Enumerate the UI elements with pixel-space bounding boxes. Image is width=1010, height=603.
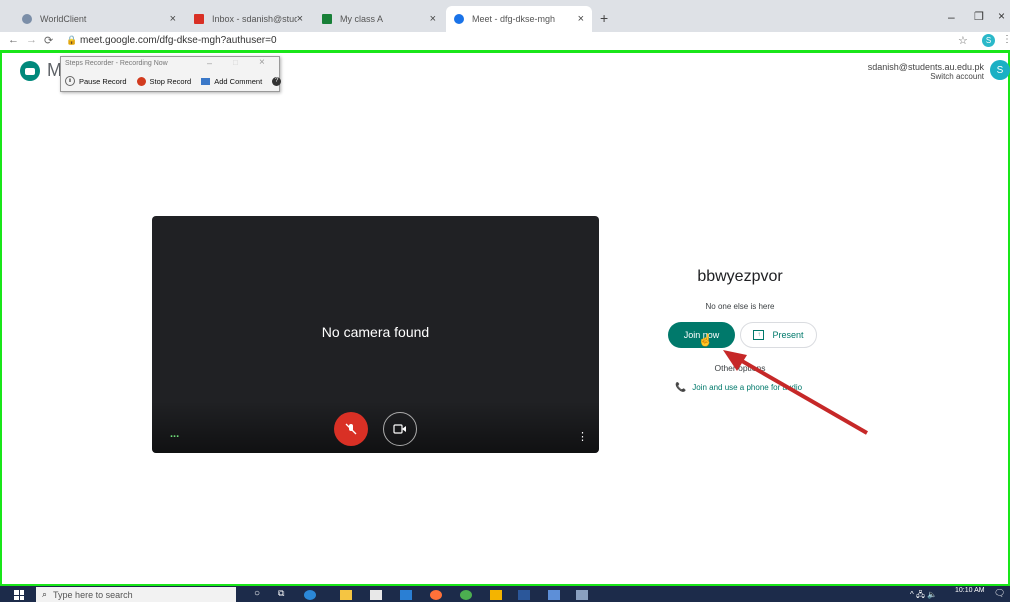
account-info[interactable]: sdanish@students.au.edu.pk Switch accoun… xyxy=(820,62,984,81)
mic-off-icon xyxy=(345,423,357,435)
back-icon[interactable]: ← xyxy=(8,34,19,46)
tab-my-class[interactable]: My class A × xyxy=(314,6,444,32)
menu-dots-icon[interactable]: ⋮ xyxy=(1002,34,1010,45)
help-icon[interactable]: ? xyxy=(272,76,282,86)
close-icon[interactable]: × xyxy=(578,13,584,25)
avatar[interactable]: S xyxy=(990,60,1010,80)
close-icon[interactable]: × xyxy=(297,13,303,25)
account-email: sdanish@students.au.edu.pk xyxy=(867,62,984,72)
search-placeholder: Type here to search xyxy=(53,589,133,600)
kebab-menu-icon[interactable]: ⋮ xyxy=(577,430,588,443)
minimize-button[interactable]: – xyxy=(948,10,955,24)
notification-icon[interactable]: 🗨 xyxy=(994,588,1005,599)
tray-icons[interactable]: ^ 🖧 🔈 xyxy=(910,589,937,603)
stop-record-button[interactable]: Stop Record xyxy=(150,77,192,86)
annotation-arrow xyxy=(723,350,868,435)
phone-icon: 📞 xyxy=(675,382,687,392)
lock-icon: 🔒 xyxy=(66,35,78,45)
edge-icon[interactable] xyxy=(304,590,316,600)
search-icon: ⌕ xyxy=(42,589,48,599)
close-window-button[interactable]: × xyxy=(998,9,1005,23)
steps-recorder-window: Steps Recorder - Recording Now – □ × Ⅱ P… xyxy=(60,56,282,92)
file-explorer-icon[interactable] xyxy=(340,590,352,600)
recording-border-top xyxy=(0,50,1010,53)
tab-title: Meet - dfg-dkse-mgh xyxy=(472,14,556,24)
maximize-icon: □ xyxy=(233,58,238,67)
app-icon[interactable] xyxy=(490,590,502,600)
tab-inbox[interactable]: Inbox - sdanish@students.au.edu × xyxy=(186,6,311,32)
minimize-icon[interactable]: – xyxy=(207,58,212,68)
gmail-icon xyxy=(194,14,204,24)
chrome-icon[interactable] xyxy=(460,590,472,600)
tab-title: WorldClient xyxy=(40,14,87,24)
tab-title: My class A xyxy=(340,14,384,24)
address-bar-row: ← → ⟳ 🔒 meet.google.com/dfg-dkse-mgh?aut… xyxy=(0,32,1010,50)
close-icon[interactable]: × xyxy=(170,13,176,25)
add-comment-button[interactable]: Add Comment xyxy=(214,77,262,86)
video-message: No camera found xyxy=(321,324,430,340)
star-icon[interactable]: ☆ xyxy=(958,34,968,47)
profile-icon[interactable]: S xyxy=(982,34,995,47)
meeting-code: bbwyezpvor xyxy=(697,268,783,285)
camera-button[interactable] xyxy=(383,412,417,446)
tab-title: Inbox - sdanish@students.au.edu xyxy=(212,14,297,24)
camera-icon xyxy=(393,424,406,434)
windows-start-icon[interactable] xyxy=(14,590,24,600)
video-controls-bar xyxy=(152,401,599,453)
clock-time[interactable]: 10:10 AM xyxy=(955,587,985,594)
stop-icon xyxy=(136,76,146,86)
app-icon[interactable] xyxy=(548,590,560,600)
word-icon[interactable] xyxy=(518,590,530,600)
present-label: Present xyxy=(772,330,804,340)
reload-icon[interactable]: ⟳ xyxy=(44,34,53,47)
meet-favicon-icon xyxy=(454,14,464,24)
close-icon[interactable]: × xyxy=(259,57,265,68)
more-options-dots[interactable]: ... xyxy=(170,428,179,440)
tab-meet[interactable]: Meet - dfg-dkse-mgh × xyxy=(446,6,592,32)
comment-icon xyxy=(201,77,211,85)
switch-account-link[interactable]: Switch account xyxy=(820,72,984,81)
url-field[interactable]: meet.google.com/dfg-dkse-mgh?authuser=0 xyxy=(80,35,277,46)
worldclient-favicon-icon xyxy=(22,14,32,24)
video-preview: No camera found ... ⋮ xyxy=(152,216,599,453)
restore-button[interactable]: ❐ xyxy=(974,10,984,23)
close-icon[interactable]: × xyxy=(430,13,436,25)
task-view-icon[interactable]: ⧉ xyxy=(278,588,284,599)
store-icon[interactable] xyxy=(370,590,382,600)
steps-recorder-taskbar-icon[interactable] xyxy=(576,590,588,600)
forward-icon[interactable]: → xyxy=(26,34,37,46)
mail-icon[interactable] xyxy=(400,590,412,600)
recording-border-left xyxy=(0,50,2,585)
cortana-icon[interactable]: ○ xyxy=(254,588,260,599)
classroom-icon xyxy=(322,14,332,24)
steps-recorder-title: Steps Recorder - Recording Now xyxy=(65,60,168,67)
meeting-status: No one else is here xyxy=(705,302,775,311)
meet-logo-icon xyxy=(20,61,40,81)
mic-off-button[interactable] xyxy=(334,412,368,446)
new-tab-button[interactable]: + xyxy=(600,10,608,26)
firefox-icon[interactable] xyxy=(430,590,442,600)
pause-record-button[interactable]: Pause Record xyxy=(79,77,127,86)
taskbar-search[interactable]: ⌕ Type here to search xyxy=(36,587,236,602)
pause-icon: Ⅱ xyxy=(65,76,75,86)
hand-cursor-icon: ☝ xyxy=(698,333,713,347)
browser-tab-bar: WorldClient × Inbox - sdanish@students.a… xyxy=(0,0,1010,32)
tab-worldclient[interactable]: WorldClient × xyxy=(14,6,184,32)
present-icon: ↑ xyxy=(753,330,765,340)
